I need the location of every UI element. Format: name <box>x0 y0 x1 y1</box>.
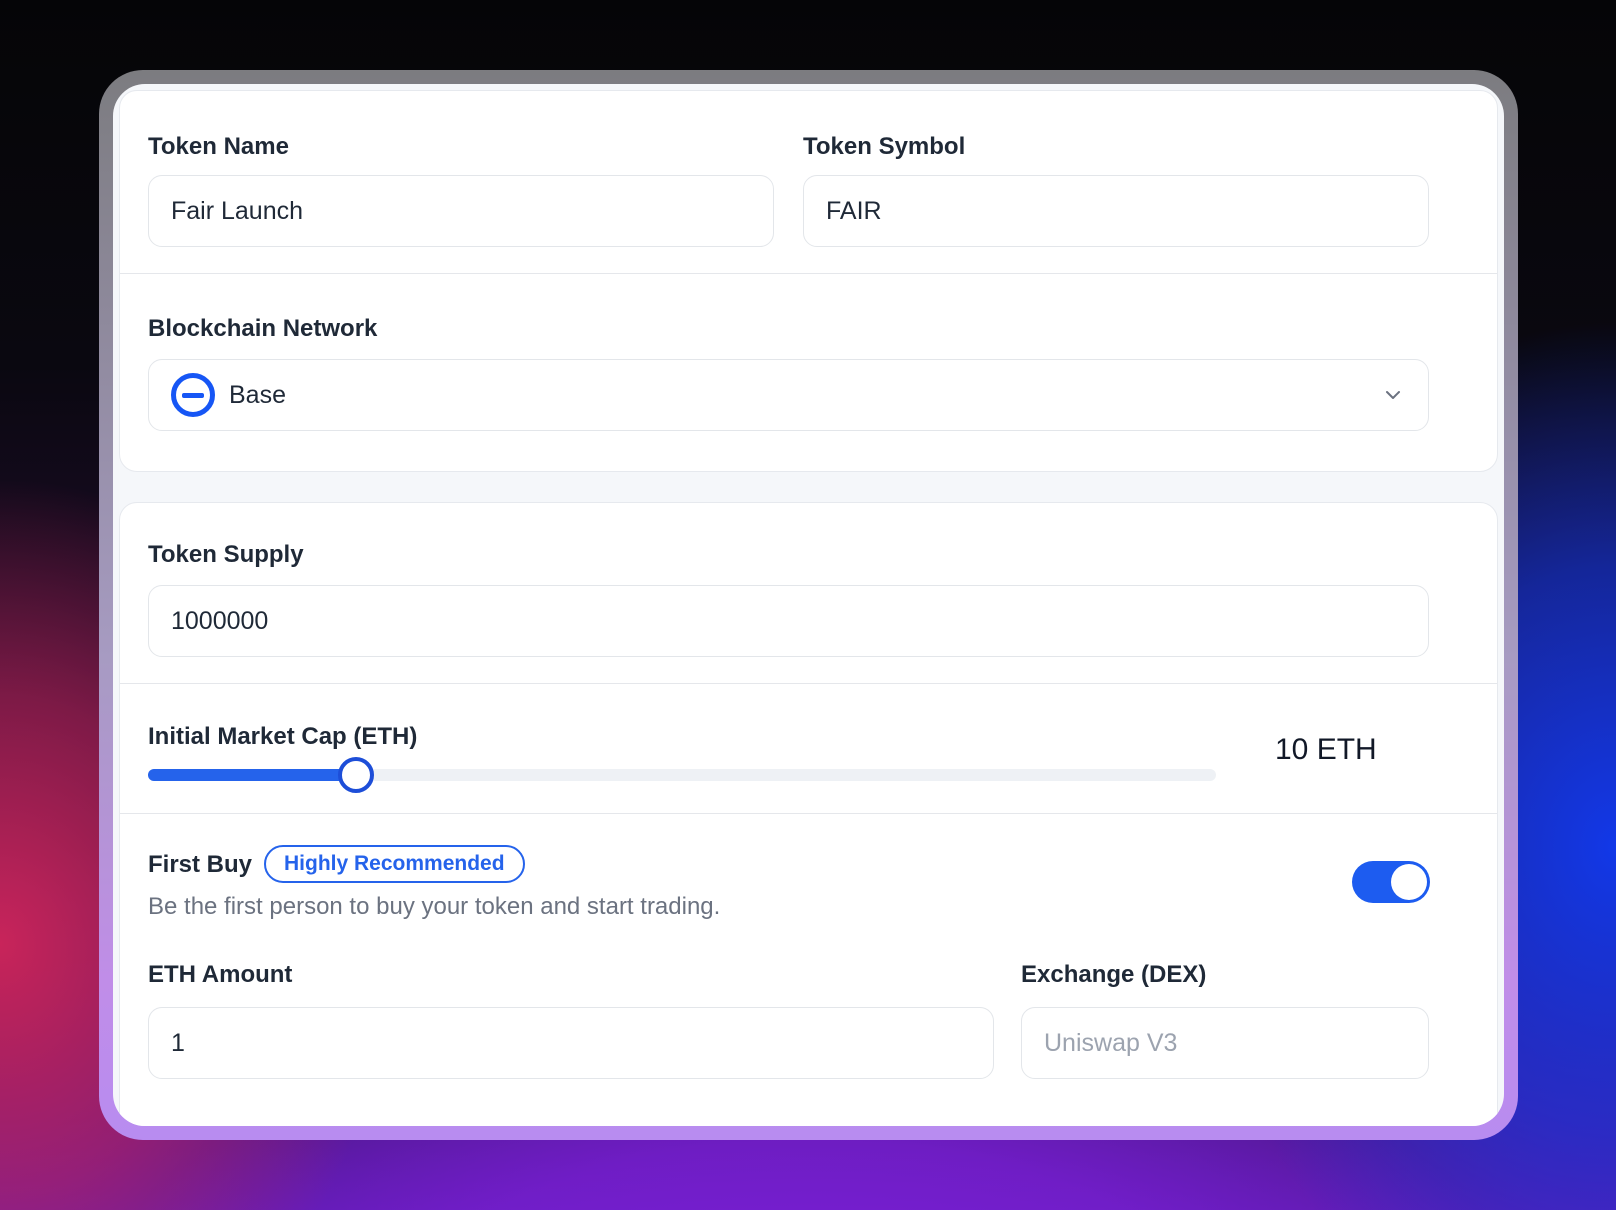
window-frame: Token Name Fair Launch Token Symbol FAIR… <box>99 70 1518 1140</box>
chevron-down-icon <box>1386 391 1400 399</box>
token-form-card: Token Name Fair Launch Token Symbol FAIR… <box>113 84 1504 1126</box>
token-supply-label: Token Supply <box>148 541 304 568</box>
token-symbol-label: Token Symbol <box>803 133 966 160</box>
toggle-knob <box>1391 864 1427 900</box>
network-select[interactable]: Base <box>148 359 1429 431</box>
first-buy-description: Be the first person to buy your token an… <box>148 893 721 920</box>
first-buy-label: First Buy <box>148 851 253 878</box>
recommended-badge: Highly Recommended <box>264 845 525 883</box>
network-label: Blockchain Network <box>148 315 378 342</box>
token-symbol-input[interactable]: FAIR <box>803 175 1429 247</box>
exchange-label: Exchange (DEX) <box>1021 961 1207 988</box>
exchange-input[interactable]: Uniswap V3 <box>1021 1007 1429 1079</box>
market-cap-value: 10 ETH <box>1275 733 1377 766</box>
base-network-icon <box>171 373 215 417</box>
market-cap-slider-fill <box>148 769 357 781</box>
market-cap-slider[interactable] <box>148 757 1216 793</box>
network-selected-value: Base <box>229 380 286 409</box>
token-economics-panel: Token Supply 1000000 Initial Market Cap … <box>119 502 1498 1126</box>
token-supply-input[interactable]: 1000000 <box>148 585 1429 657</box>
market-cap-label: Initial Market Cap (ETH) <box>148 723 418 750</box>
token-name-label: Token Name <box>148 133 289 160</box>
token-basics-panel: Token Name Fair Launch Token Symbol FAIR… <box>119 90 1498 472</box>
market-cap-slider-thumb[interactable] <box>338 757 375 793</box>
eth-amount-label: ETH Amount <box>148 961 293 988</box>
eth-amount-input[interactable]: 1 <box>148 1007 994 1079</box>
first-buy-toggle[interactable] <box>1352 861 1430 903</box>
divider <box>120 273 1497 274</box>
token-name-input[interactable]: Fair Launch <box>148 175 774 247</box>
divider <box>120 683 1497 684</box>
divider <box>120 813 1497 814</box>
